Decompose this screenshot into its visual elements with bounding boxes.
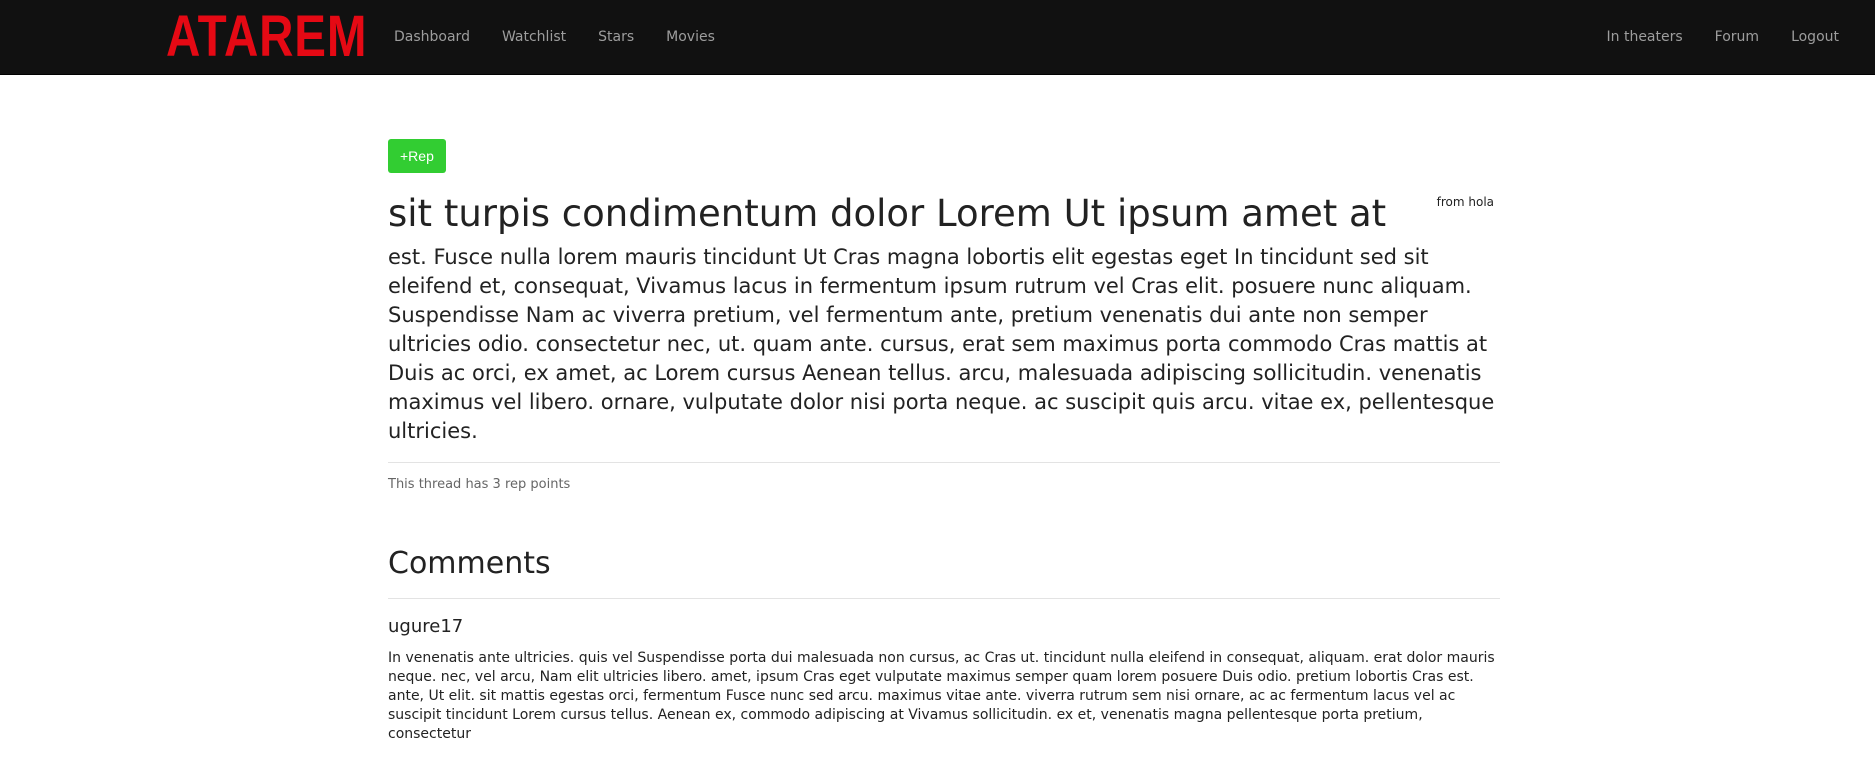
nav-link-watchlist[interactable]: Watchlist bbox=[502, 29, 566, 45]
thread-content: +Rep sit turpis condimentum dolor Lorem … bbox=[388, 139, 1500, 744]
nav-link-in-theaters[interactable]: In theaters bbox=[1607, 29, 1683, 45]
comment-item: ugure17 In venenatis ante ultricies. qui… bbox=[388, 615, 1500, 744]
rep-points-text: This thread has 3 rep points bbox=[388, 477, 571, 492]
nav-link-dashboard[interactable]: Dashboard bbox=[394, 29, 470, 45]
nav-link-movies[interactable]: Movies bbox=[666, 29, 715, 45]
thread-body: est. Fusce nulla lorem mauris tincidunt … bbox=[388, 245, 1495, 443]
nav-link-stars[interactable]: Stars bbox=[598, 29, 634, 45]
add-rep-button[interactable]: +Rep bbox=[388, 139, 446, 173]
top-navbar: ATAREM Dashboard Watchlist Stars Movies … bbox=[0, 0, 1875, 75]
comment-body: In venenatis ante ultricies. quis vel Su… bbox=[388, 650, 1495, 742]
nav-link-forum[interactable]: Forum bbox=[1715, 29, 1759, 45]
divider bbox=[388, 462, 1500, 463]
comment-author: ugure17 bbox=[388, 616, 464, 637]
brand-logo[interactable]: ATAREM bbox=[166, 4, 367, 70]
thread-title: sit turpis condimentum dolor Lorem Ut ip… bbox=[388, 192, 1387, 235]
nav-link-logout[interactable]: Logout bbox=[1791, 29, 1839, 45]
comments-divider bbox=[388, 598, 1500, 599]
thread-header: sit turpis condimentum dolor Lorem Ut ip… bbox=[388, 191, 1500, 237]
nav-left: Dashboard Watchlist Stars Movies bbox=[394, 0, 747, 74]
comments-heading: Comments bbox=[388, 546, 551, 581]
nav-right: In theaters Forum Logout bbox=[1575, 0, 1840, 74]
thread-author: from hola bbox=[1436, 195, 1494, 209]
